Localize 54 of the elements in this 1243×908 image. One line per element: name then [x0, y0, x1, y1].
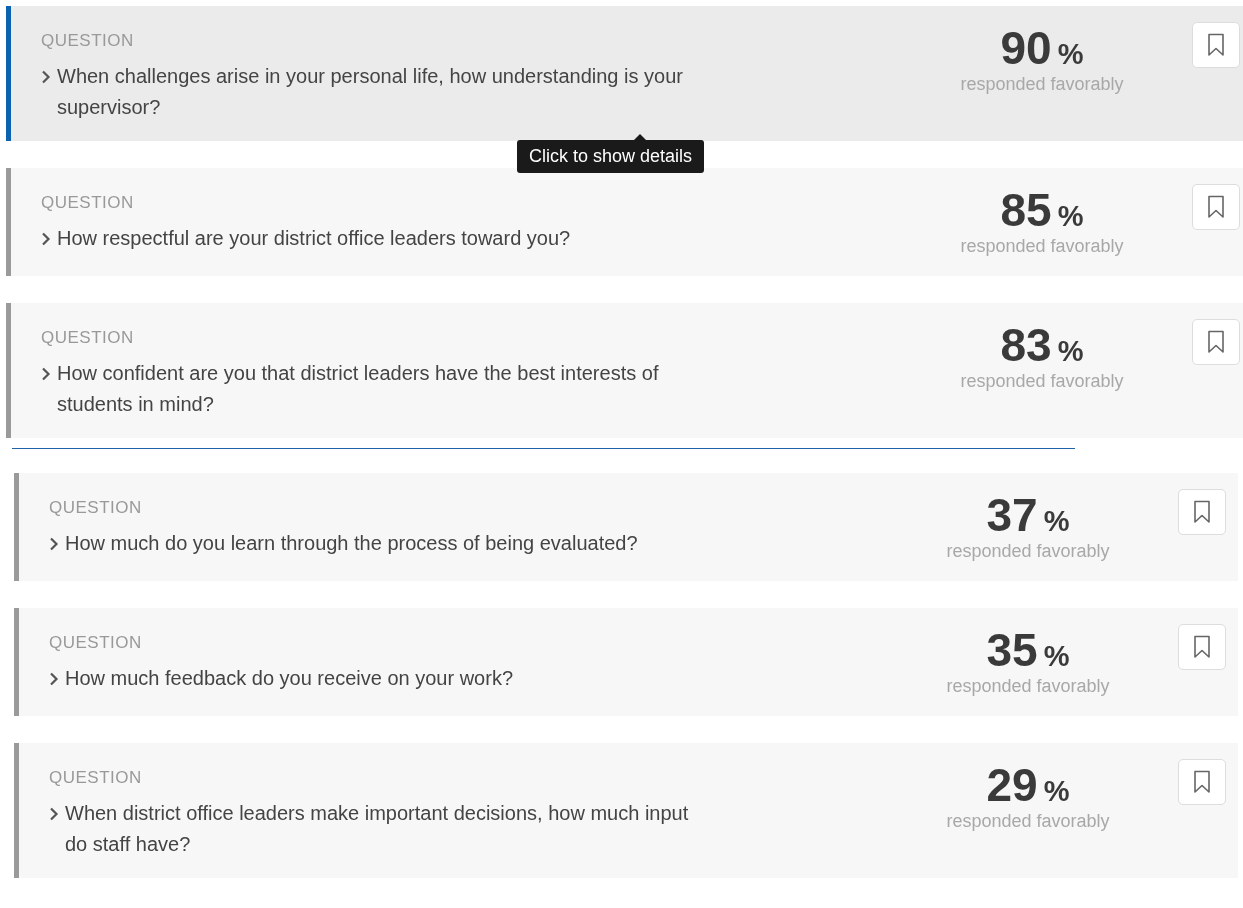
question-text: How confident are you that district leaders have the best interests of students in mind?	[57, 361, 660, 417]
percent-sign: %	[1057, 38, 1084, 71]
percent-value: 83	[1000, 321, 1052, 369]
question-card[interactable]: QUESTION When district office leaders make important decisions, how much input do staff have? 29% responded favorably	[14, 743, 1238, 878]
question-text: How respectful are your district office leaders toward you?	[57, 226, 571, 251]
question-text: How much do you learn through the process of being evaluated?	[65, 531, 638, 556]
bookmark-button[interactable]	[1192, 184, 1240, 230]
percent-value: 35	[986, 626, 1038, 674]
percent-sign: %	[1043, 640, 1070, 673]
chevron-icon	[49, 807, 59, 821]
question-text: When challenges arise in your personal life, how understanding is your supervisor?	[57, 64, 684, 120]
question-text: How much feedback do you receive on your work?	[65, 666, 513, 691]
question-card[interactable]: QUESTION How much feedback do you receive on your work? 35% responded favorably	[14, 608, 1238, 716]
chevron-icon	[41, 232, 51, 246]
favorable-caption: responded favorably	[960, 235, 1124, 258]
bookmark-icon	[1207, 330, 1225, 354]
percent-sign: %	[1043, 775, 1070, 808]
question-label: QUESTION	[41, 192, 134, 214]
question-label: QUESTION	[41, 327, 134, 349]
percent-sign: %	[1057, 335, 1084, 368]
chevron-icon	[41, 70, 51, 84]
percent-value: 85	[1000, 186, 1052, 234]
bookmark-icon	[1193, 500, 1211, 524]
bookmark-button[interactable]	[1178, 489, 1226, 535]
bookmark-icon	[1193, 635, 1211, 659]
bookmark-button[interactable]	[1178, 624, 1226, 670]
percent-value: 90	[1000, 24, 1052, 72]
favorable-caption: responded favorably	[946, 540, 1110, 563]
bookmark-button[interactable]	[1192, 319, 1240, 365]
question-label: QUESTION	[49, 632, 142, 654]
question-card[interactable]: QUESTION How respectful are your district office leaders toward you? 85% responded favorably	[6, 168, 1243, 276]
percent-value: 29	[986, 761, 1038, 809]
bookmark-icon	[1207, 195, 1225, 219]
percent-value: 37	[986, 491, 1038, 539]
percent-sign: %	[1043, 505, 1070, 538]
question-text: When district office leaders make important decisions, how much input do staff have?	[65, 801, 690, 857]
question-label: QUESTION	[49, 497, 142, 519]
tooltip: Click to show details	[517, 140, 705, 173]
favorable-caption: responded favorably	[946, 675, 1110, 698]
chevron-icon	[49, 672, 59, 686]
favorable-caption: responded favorably	[960, 73, 1124, 96]
bookmark-button[interactable]	[1192, 22, 1240, 68]
question-card[interactable]: QUESTION How much do you learn through the process of being evaluated? 37% responded favorably	[14, 473, 1238, 581]
bookmark-icon	[1193, 770, 1211, 794]
percent-sign: %	[1057, 200, 1084, 233]
favorable-caption: responded favorably	[946, 810, 1110, 833]
chevron-icon	[41, 367, 51, 381]
bookmark-icon	[1207, 33, 1225, 57]
question-label: QUESTION	[41, 30, 134, 52]
favorable-caption: responded favorably	[960, 370, 1124, 393]
bookmark-button[interactable]	[1178, 759, 1226, 805]
question-card[interactable]: QUESTION How confident are you that district leaders have the best interests of students in mind? 83% responded favorably	[6, 303, 1243, 438]
chevron-icon	[49, 537, 59, 551]
question-label: QUESTION	[49, 767, 142, 789]
